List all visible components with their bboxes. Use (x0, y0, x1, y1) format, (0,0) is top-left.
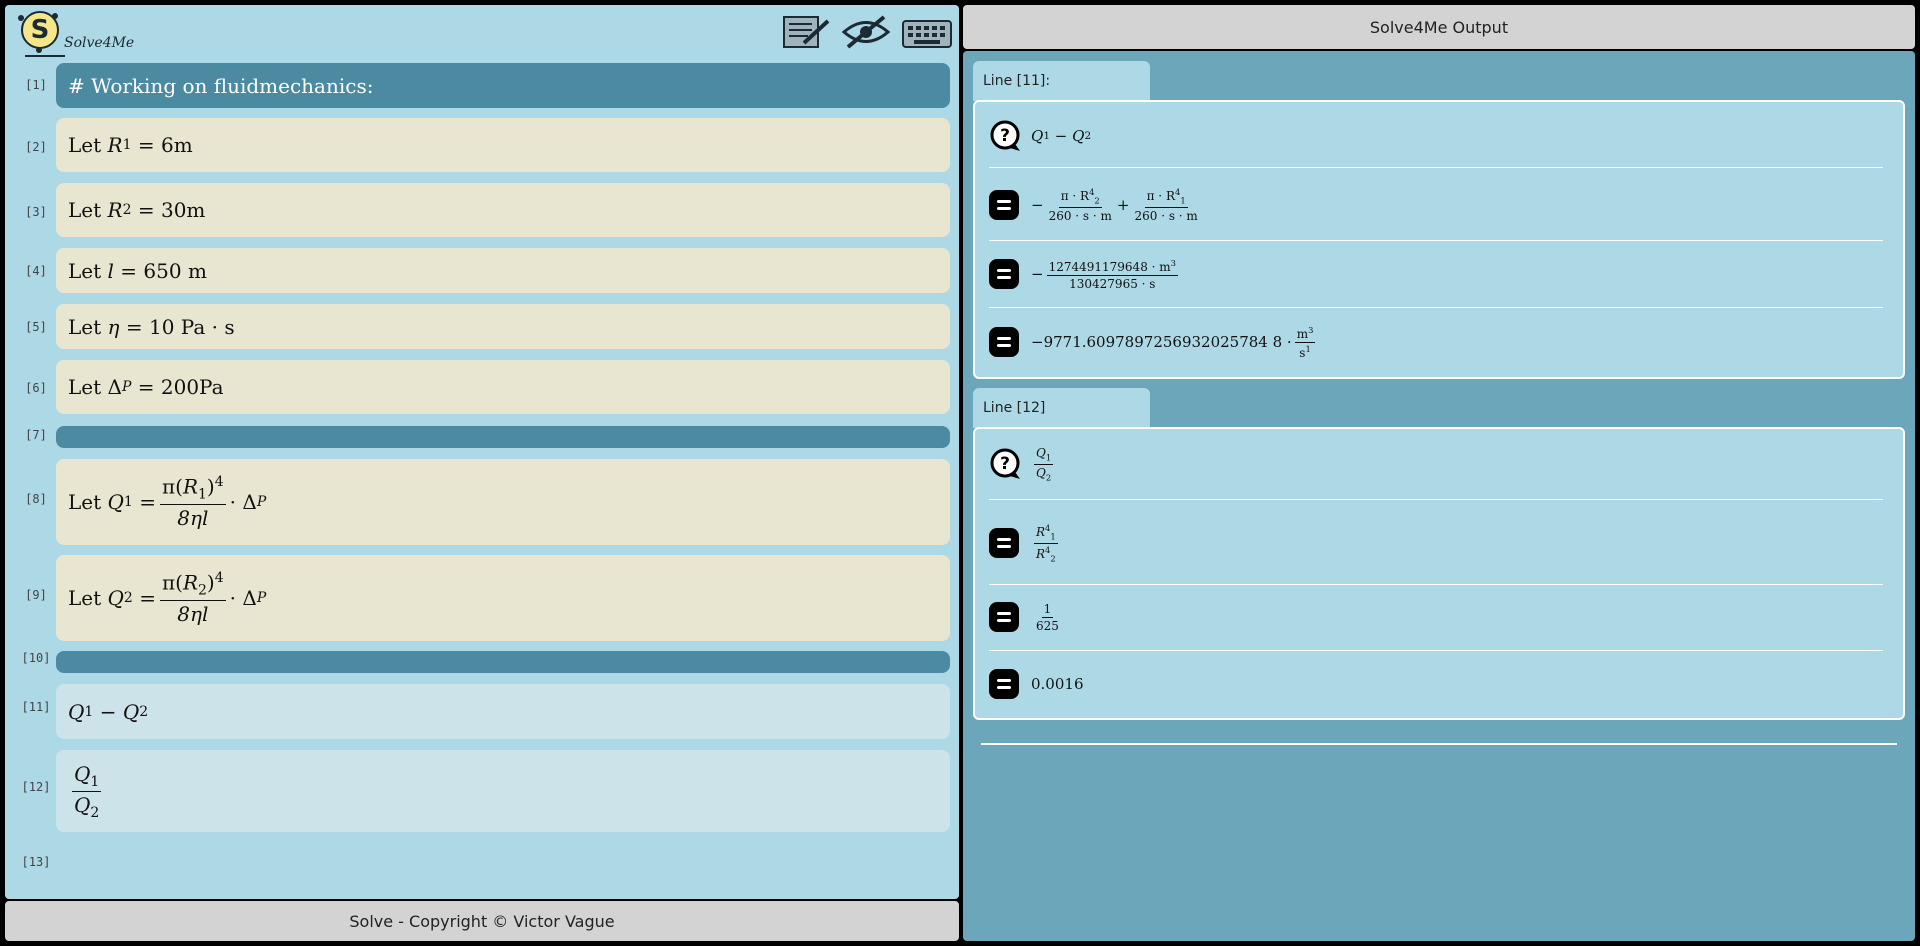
line-number: [10] (21, 651, 51, 665)
editor-line-11[interactable]: Q1 − Q2 (56, 684, 950, 739)
keyboard-icon[interactable] (900, 13, 954, 55)
equals-icon[interactable] (989, 259, 1019, 289)
line-number: [12] (21, 780, 51, 794)
editor-line-5[interactable]: Let η = 10 Pa · s (56, 304, 950, 349)
value: 6m (160, 133, 193, 157)
editor-line-1[interactable]: # Working on fluidmechanics: (56, 63, 950, 108)
output-tab-line-12[interactable]: Line [12] (973, 388, 1150, 428)
output-step-row: 1 625 (989, 593, 1883, 641)
line-number: [8] (25, 492, 47, 506)
fraction: π(R2)4 8ηl (159, 570, 226, 626)
svg-text:?: ? (1000, 126, 1010, 146)
editor-line-9[interactable]: Let Q2 = π(R2)4 8ηl · ΔP (56, 555, 950, 641)
equals-icon[interactable] (989, 602, 1019, 632)
question-bubble-icon[interactable]: ? (989, 448, 1021, 480)
editor-line-7[interactable] (56, 426, 950, 448)
line-number: [7] (25, 428, 47, 442)
editor-line-2[interactable]: Let R1 = 6m (56, 118, 950, 172)
value: 200Pa (160, 375, 224, 399)
line-number: [2] (25, 140, 47, 154)
editor-line-3[interactable]: Let R2 = 30m (56, 183, 950, 237)
result-value: −9771.6097897256932025784 8 · (1031, 333, 1292, 351)
editor-line-12[interactable]: Q1 Q2 (56, 750, 950, 832)
output-step-row: R41 R42 (989, 509, 1883, 577)
value: 10 Pa · s (148, 314, 235, 339)
equals-icon[interactable] (989, 669, 1019, 699)
editor-line-6[interactable]: Let ΔP = 200Pa (56, 360, 950, 414)
value: 30m (160, 198, 206, 222)
question-bubble-icon[interactable]: ? (989, 120, 1021, 152)
output-tab-line-11[interactable]: Line [11]: (973, 61, 1150, 101)
output-title: Solve4Me Output (963, 5, 1915, 49)
editor-line-8[interactable]: Let Q1 = π(R1)4 8ηl · ΔP (56, 459, 950, 545)
equals-icon[interactable] (989, 190, 1019, 220)
output-query-row: ? Q1 Q2 (989, 441, 1883, 487)
line-number: [6] (25, 381, 47, 395)
output-result-row: −9771.6097897256932025784 8 · m3 s1 (989, 316, 1883, 368)
output-end-divider (981, 743, 1897, 745)
output-query-row: ? Q1 − Q2 (989, 116, 1883, 156)
editor-line-10[interactable] (56, 651, 950, 673)
app-logo: S Solve4Me (16, 9, 136, 59)
line-number: [4] (25, 264, 47, 278)
comment-text: # Working on fluidmechanics: (68, 73, 374, 98)
line-number: [1] (25, 78, 47, 92)
output-result-row: 0.0016 (989, 659, 1883, 709)
value: 650 m (143, 258, 207, 283)
let-keyword: Let (68, 133, 102, 157)
line-number: [5] (25, 320, 47, 334)
svg-text:?: ? (1000, 454, 1010, 474)
fraction: π(R1)4 8ηl (159, 474, 226, 530)
line-number: [3] (25, 205, 47, 219)
equals-icon[interactable] (989, 528, 1019, 558)
line-number: [9] (25, 588, 47, 602)
output-step-row: − 1274491179648 · m3 130427965 · s (989, 250, 1883, 298)
fraction: Q1 Q2 (72, 761, 102, 821)
output-section-line-12: ? Q1 Q2 R41 R42 1 625 0.0016 (973, 427, 1905, 720)
copyright-footer: Solve - Copyright © Victor Vague (5, 901, 959, 941)
equals-icon[interactable] (989, 327, 1019, 357)
result-value: 0.0016 (1031, 675, 1084, 693)
notebook-pen-icon[interactable] (780, 13, 832, 55)
line-number: [11] (21, 700, 51, 714)
eye-slash-icon[interactable] (840, 13, 892, 55)
output-section-line-11: ? Q1 − Q2 − π · R42 260 · s · m + π · R41… (973, 100, 1905, 379)
editor-line-4[interactable]: Let l = 650 m (56, 248, 950, 293)
output-panel: Line [11]: ? Q1 − Q2 − π · R42 260 · s · … (963, 51, 1915, 941)
line-number: [13] (21, 855, 51, 869)
app-name: Solve4Me (64, 35, 135, 51)
editor-panel: S Solve4Me [1] [2] [3] [4] [5] [6] [7] [… (5, 5, 959, 899)
output-step-row: − π · R42 260 · s · m + π · R41 260 · s · … (989, 180, 1883, 230)
